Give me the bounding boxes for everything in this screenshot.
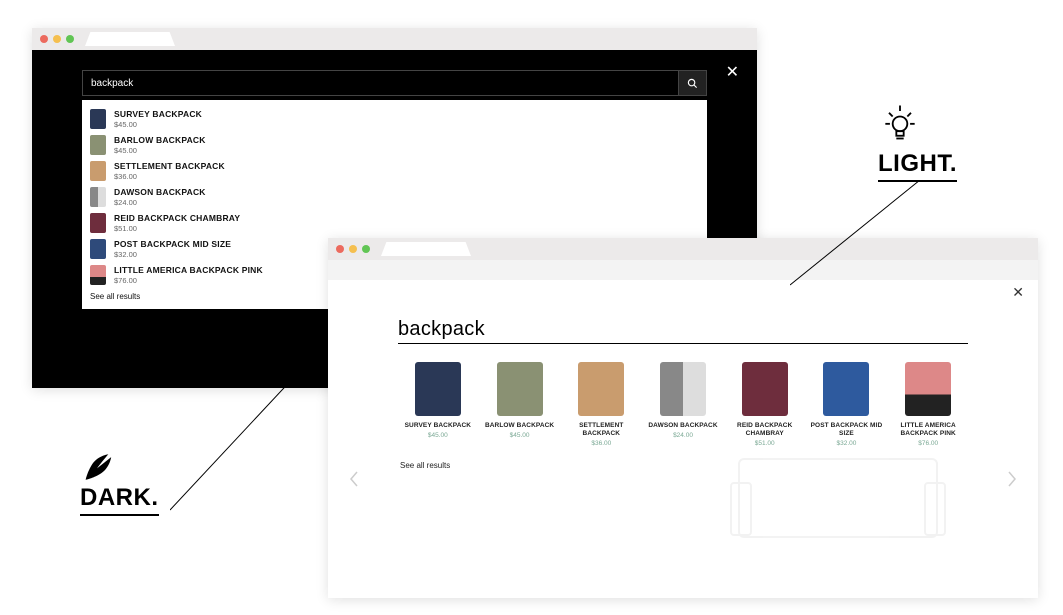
product-price: $36.00: [114, 172, 225, 181]
product-thumbnail: [742, 362, 788, 416]
product-name: SETTLEMENT BACKPACK: [114, 161, 225, 171]
window-close-dot[interactable]: [336, 245, 344, 253]
product-name: DAWSON BACKPACK: [114, 187, 206, 197]
product-text: SETTLEMENT BACKPACK$36.00: [114, 161, 225, 181]
product-thumbnail: [90, 187, 106, 207]
product-price: $36.00: [563, 440, 639, 447]
label-text: LIGHT.: [878, 150, 957, 182]
search-input[interactable]: [83, 71, 678, 95]
window-close-dot[interactable]: [40, 35, 48, 43]
product-name: SETTLEMENT BACKPACK: [563, 422, 639, 438]
window-maximize-dot[interactable]: [362, 245, 370, 253]
search-result-card[interactable]: SETTLEMENT BACKPACK $36.00: [563, 362, 639, 447]
dark-connector-line: [170, 350, 330, 520]
dark-theme-label: DARK.: [80, 450, 159, 516]
carousel-next-button[interactable]: [1006, 470, 1018, 493]
product-name: POST BACKPACK MID SIZE: [809, 422, 885, 438]
product-price: $32.00: [809, 440, 885, 447]
background-furniture-image: [738, 458, 938, 538]
search-input[interactable]: [398, 318, 968, 341]
window-minimize-dot[interactable]: [349, 245, 357, 253]
search-result-item[interactable]: SETTLEMENT BACKPACK$36.00: [90, 158, 699, 184]
product-thumbnail: [497, 362, 543, 416]
product-name: BARLOW BACKPACK: [114, 135, 206, 145]
product-price: $24.00: [645, 432, 721, 439]
product-thumbnail: [90, 161, 106, 181]
product-name: SURVEY BACKPACK: [114, 109, 202, 119]
window-minimize-dot[interactable]: [53, 35, 61, 43]
product-thumbnail: [90, 135, 106, 155]
product-text: SURVEY BACKPACK$45.00: [114, 109, 202, 129]
product-name: LITTLE AMERICA BACKPACK PINK: [114, 265, 263, 275]
search-result-card[interactable]: REID BACKPACK CHAMBRAY $51.00: [727, 362, 803, 447]
product-price: $24.00: [114, 198, 206, 207]
product-thumbnail: [90, 265, 106, 285]
product-text: POST BACKPACK MID SIZE$32.00: [114, 239, 231, 259]
window-maximize-dot[interactable]: [66, 35, 74, 43]
product-price: $45.00: [400, 432, 476, 439]
search-result-card[interactable]: BARLOW BACKPACK $45.00: [482, 362, 558, 447]
search-button[interactable]: [678, 71, 706, 95]
product-price: $51.00: [114, 224, 240, 233]
search-bar: [398, 318, 968, 344]
light-theme-browser-window: ✕ SURVEY BACKPACK $45.00 BARLOW BACKPACK $4…: [328, 238, 1038, 598]
product-text: REID BACKPACK CHAMBRAY$51.00: [114, 213, 240, 233]
product-price: $32.00: [114, 250, 231, 259]
product-thumbnail: [905, 362, 951, 416]
product-price: $45.00: [114, 120, 202, 129]
browser-chrome: [32, 28, 757, 50]
product-thumbnail: [823, 362, 869, 416]
carousel-prev-button[interactable]: [348, 470, 360, 493]
search-results-grid: SURVEY BACKPACK $45.00 BARLOW BACKPACK $45.…: [328, 348, 1038, 447]
feather-icon: [80, 450, 114, 484]
search-result-item[interactable]: DAWSON BACKPACK$24.00: [90, 184, 699, 210]
light-connector-line: [790, 180, 930, 290]
see-all-results-link[interactable]: See all results: [400, 461, 1038, 470]
close-icon[interactable]: ✕: [726, 62, 739, 82]
browser-chrome: [328, 238, 1038, 260]
product-thumbnail: [90, 239, 106, 259]
product-text: BARLOW BACKPACK$45.00: [114, 135, 206, 155]
product-name: REID BACKPACK CHAMBRAY: [727, 422, 803, 438]
search-result-card[interactable]: SURVEY BACKPACK $45.00: [400, 362, 476, 447]
product-text: LITTLE AMERICA BACKPACK PINK$76.00: [114, 265, 263, 285]
product-thumbnail: [578, 362, 624, 416]
product-name: LITTLE AMERICA BACKPACK PINK: [890, 422, 966, 438]
search-result-card[interactable]: POST BACKPACK MID SIZE $32.00: [809, 362, 885, 447]
site-nav-bar: [328, 260, 1038, 280]
product-price: $45.00: [114, 146, 206, 155]
browser-tab[interactable]: [85, 32, 175, 46]
product-name: DAWSON BACKPACK: [645, 422, 721, 430]
product-price: $76.00: [890, 440, 966, 447]
label-text: DARK.: [80, 484, 159, 516]
product-thumbnail: [90, 213, 106, 233]
product-price: $51.00: [727, 440, 803, 447]
search-bar: [82, 70, 707, 96]
lightbulb-icon: [878, 100, 922, 144]
chevron-right-icon: [1006, 470, 1018, 488]
chevron-left-icon: [348, 470, 360, 488]
search-icon: [687, 78, 698, 89]
product-thumbnail: [90, 109, 106, 129]
close-icon[interactable]: ✕: [1012, 284, 1024, 301]
product-name: REID BACKPACK CHAMBRAY: [114, 213, 240, 223]
product-text: DAWSON BACKPACK$24.00: [114, 187, 206, 207]
browser-tab[interactable]: [381, 242, 471, 256]
product-thumbnail: [415, 362, 461, 416]
product-name: BARLOW BACKPACK: [482, 422, 558, 430]
product-name: POST BACKPACK MID SIZE: [114, 239, 231, 249]
search-result-card[interactable]: LITTLE AMERICA BACKPACK PINK $76.00: [890, 362, 966, 447]
light-viewport: ✕ SURVEY BACKPACK $45.00 BARLOW BACKPACK $4…: [328, 260, 1038, 598]
product-name: SURVEY BACKPACK: [400, 422, 476, 430]
product-thumbnail: [660, 362, 706, 416]
product-price: $45.00: [482, 432, 558, 439]
light-theme-label: LIGHT.: [878, 100, 957, 182]
search-result-item[interactable]: BARLOW BACKPACK$45.00: [90, 132, 699, 158]
search-result-card[interactable]: DAWSON BACKPACK $24.00: [645, 362, 721, 447]
product-price: $76.00: [114, 276, 263, 285]
search-result-item[interactable]: SURVEY BACKPACK$45.00: [90, 106, 699, 132]
search-result-item[interactable]: REID BACKPACK CHAMBRAY$51.00: [90, 210, 699, 236]
